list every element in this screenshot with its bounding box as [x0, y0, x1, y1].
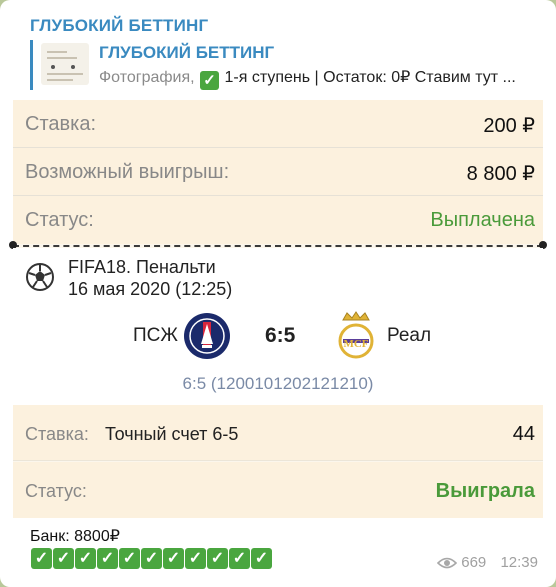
real-madrid-logo: MCF	[338, 311, 374, 359]
bet-slip-image[interactable]: Ставка: 200 ₽ Возможный выигрыш: 8 800 ₽…	[9, 100, 547, 518]
reply-body: 1-я ступень | Остаток: 0₽ Ставим тут ...	[224, 69, 516, 86]
bet-type: Точный счет 6-5	[105, 424, 239, 444]
match-title: FIFA18. Пенальти	[68, 257, 216, 277]
reply-thumbnail	[41, 43, 89, 85]
result-label: Статус:	[25, 481, 87, 501]
check-icon: ✓	[97, 548, 118, 569]
check-icon: ✓	[229, 548, 250, 569]
check-icon: ✓	[141, 548, 162, 569]
bet-label: Ставка:	[25, 424, 89, 444]
ticket-divider	[13, 245, 543, 247]
match-score: 6:5	[265, 324, 296, 347]
soccer-ball-icon	[26, 263, 54, 291]
message-bubble: ГЛУБОКИЙ БЕТТИНГ ГЛУБОКИЙ БЕТТИНГ Фотогр…	[0, 0, 556, 587]
team2-name: Реал	[387, 325, 432, 346]
win-label: Возможный выигрыш:	[25, 161, 230, 183]
check-icon: ✓	[251, 548, 272, 569]
eye-icon	[437, 557, 458, 569]
win-row: Возможный выигрыш: 8 800 ₽	[13, 148, 543, 196]
stake-label: Ставка:	[25, 113, 96, 135]
reply-media-label: Фотография,	[99, 69, 195, 86]
status-label: Статус:	[25, 209, 94, 231]
status-value: Выплачена	[430, 209, 535, 231]
bet-type-row: Ставка: Точный счет 6-5 44	[13, 405, 543, 461]
check-icon: ✓	[185, 548, 206, 569]
check-icon: ✓	[119, 548, 140, 569]
bet-odds: 44	[512, 423, 535, 445]
sender-name[interactable]: ГЛУБОКИЙ БЕТТИНГ	[30, 16, 208, 36]
win-value: 8 800 ₽	[466, 163, 535, 185]
team1-name: ПСЖ	[133, 325, 178, 346]
check-icon: ✓	[207, 548, 228, 569]
svg-text:MCF: MCF	[343, 338, 368, 350]
message-time: 12:39	[500, 554, 538, 571]
result-value: Выиграла	[435, 480, 535, 502]
check-icon: ✓	[75, 548, 96, 569]
match-date: 16 мая 2020 (12:25)	[68, 279, 233, 299]
caption-text: Банк: 8800₽	[30, 528, 120, 545]
stake-row: Ставка: 200 ₽	[13, 100, 543, 148]
check-row: ✓ ✓ ✓ ✓ ✓ ✓ ✓ ✓ ✓ ✓ ✓	[30, 547, 272, 569]
check-icon: ✓	[53, 548, 74, 569]
check-icon: ✓	[31, 548, 52, 569]
check-icon: ✓	[163, 548, 184, 569]
reply-text: Фотография, ✓ 1-я ступень | Остаток: 0₽ …	[99, 67, 539, 90]
match-panel: FIFA18. Пенальти 16 мая 2020 (12:25) ПСЖ…	[13, 248, 543, 405]
check-icon: ✓	[200, 71, 220, 90]
view-count: 669	[461, 554, 487, 571]
score-detail: 6:5 (1200101202121210)	[182, 374, 374, 393]
psg-logo	[184, 313, 230, 359]
status-row: Статус: Выплачена	[13, 196, 543, 244]
message-meta: 669 12:39	[437, 554, 538, 571]
result-row: Статус: Выиграла	[13, 462, 543, 518]
reply-quote[interactable]: ГЛУБОКИЙ БЕТТИНГ Фотография, ✓ 1-я ступе…	[30, 40, 540, 90]
reply-title: ГЛУБОКИЙ БЕТТИНГ	[99, 43, 275, 62]
stake-value: 200 ₽	[483, 115, 535, 137]
